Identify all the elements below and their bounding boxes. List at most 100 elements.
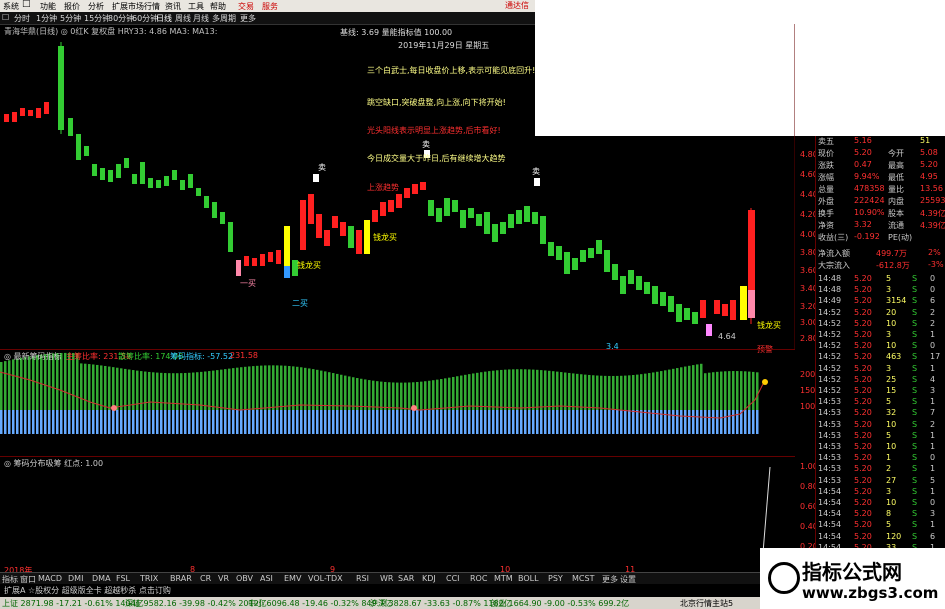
indicator-bar-up [144, 371, 147, 410]
indicator-bar-down [212, 410, 215, 434]
market-index[interactable]: 创业 1664.90 -9.00 -0.53% 699.2亿 [490, 598, 629, 609]
menu-item[interactable]: 报价 [64, 1, 80, 12]
indicator-tab[interactable]: MTM [494, 574, 513, 583]
indicator-bar-up [380, 381, 383, 410]
indicator-bar-down [620, 410, 623, 434]
indicator-bar-up [560, 372, 563, 410]
sub1-title: ◎ 最新筹码指标 [4, 352, 62, 361]
indicator-bar-down [56, 410, 59, 434]
period-tab[interactable]: 1分钟 [36, 13, 57, 24]
indicator-tab[interactable]: SAR [398, 574, 414, 583]
indicator-bar-down [568, 410, 571, 434]
period-tab[interactable]: 周线 [175, 13, 191, 24]
period-tab[interactable]: 月线 [193, 13, 209, 24]
period-tab[interactable]: 30分钟 [108, 13, 134, 24]
indicator-bar-up [744, 371, 747, 410]
indicator-tab[interactable]: FSL [116, 574, 130, 583]
period-tab[interactable]: 5分钟 [60, 13, 81, 24]
menu-item[interactable]: 工具 [188, 1, 204, 12]
indicator-bar-up [736, 371, 739, 410]
chip-distribution-panel[interactable] [0, 456, 795, 567]
period-tab[interactable]: 15分钟 [84, 13, 110, 24]
menu-item[interactable]: 分析 [88, 1, 104, 12]
market-index[interactable]: 上证 2871.98 -17.21 -0.61% 1404亿 [2, 598, 144, 609]
tick-volume: 3 [886, 330, 892, 339]
indicator-tab[interactable]: PSY [548, 574, 563, 583]
indicator-tab[interactable]: DMI [68, 574, 83, 583]
qianlong-buy-label: 钱龙买 [373, 233, 397, 242]
indicator-bar-up [268, 365, 271, 410]
indicator-bar-up [4, 361, 7, 410]
indicator-bar-up [468, 374, 471, 410]
period-tab[interactable]: 多周期 [212, 13, 236, 24]
indicator-bar-down [540, 410, 543, 434]
tick-count: 17 [930, 352, 941, 362]
indicator-bar-down [524, 410, 527, 434]
menu-item[interactable]: 帮助 [210, 1, 226, 12]
indicator-tab[interactable]: BOLL [518, 574, 539, 583]
menu-item[interactable]: 系统 [3, 1, 19, 12]
ext-row-text: 扩展A ☆股权分 超级版全卡 超越秒杀 点击订购 [4, 586, 171, 595]
indicator-bar-up [756, 372, 759, 410]
indicator-bar-up [172, 373, 175, 410]
tick-price: 5.20 [854, 318, 872, 328]
indicator-bar-down [12, 410, 15, 434]
indicator-tab[interactable]: KDJ [422, 574, 436, 583]
indicator-bar-down [172, 410, 175, 434]
indicator-tab[interactable]: MACD [38, 574, 62, 583]
indicator-tab[interactable]: EMV [284, 574, 301, 583]
indicator-tab[interactable]: CCI [446, 574, 460, 583]
indicator-bar-up [660, 371, 663, 410]
menu-item[interactable]: 资讯 [165, 1, 181, 12]
sub1-value-4: 231.58 [230, 351, 258, 360]
indicator-bar-down [528, 410, 531, 434]
toolbar-icon[interactable]: ☐ [2, 13, 9, 22]
market-index[interactable]: 深证 9582.16 -39.98 -0.42% 2012亿 [125, 598, 267, 609]
indicator-tab[interactable]: OBV [236, 574, 253, 583]
menu-item[interactable]: 功能 [40, 1, 56, 12]
period-tab-active[interactable]: 日线 [156, 13, 172, 24]
indicator-tab[interactable]: TRIX [140, 574, 158, 583]
indicator-bar-up [492, 370, 495, 410]
indicator-bar-up [596, 375, 599, 410]
indicator-bar-up [204, 371, 207, 410]
chip-indicator-panel[interactable] [0, 349, 795, 455]
indicator-bar-up [108, 366, 111, 410]
indicator-tab[interactable]: DMA [92, 574, 111, 583]
menu-item-service[interactable]: 服务 [262, 1, 278, 12]
indicator-tab[interactable]: ASI [260, 574, 273, 583]
indicator-bar-up [672, 368, 675, 410]
tick-time: 14:49 [818, 296, 842, 306]
quote-value: 0.47 [854, 160, 872, 169]
tick-time: 14:53 [818, 419, 842, 429]
period-tab[interactable]: 60分钟 [132, 13, 158, 24]
indicator-tab[interactable]: BRAR [170, 574, 192, 583]
period-tab[interactable]: 更多 [240, 13, 256, 24]
market-index[interactable]: 北京行情主站5 [680, 598, 733, 609]
tick-price: 5.20 [854, 419, 872, 429]
indicator-bar-up [552, 371, 555, 410]
indicator-bar-down [496, 410, 499, 434]
indicator-bar-down [8, 410, 11, 434]
indicator-tab[interactable]: ROC [470, 574, 487, 583]
chip-indicator-svg [0, 352, 768, 434]
indicator-tab[interactable]: MCST [572, 574, 594, 583]
indicator-tab[interactable]: WR [380, 574, 393, 583]
indicator-bar-up [276, 365, 279, 410]
menu-item-trade[interactable]: 交易 [238, 1, 254, 12]
tick-side: S [912, 307, 918, 317]
tick-volume: 10 [886, 318, 897, 328]
indicator-tab[interactable]: RSI [356, 574, 369, 583]
tick-volume: 20 [886, 307, 897, 317]
period-tab[interactable]: 分时 [14, 13, 30, 24]
indicator-bar-down [564, 410, 567, 434]
indicator-bar-down [728, 410, 731, 434]
flow-pct: -3% [928, 260, 944, 269]
indicator-bar-up [656, 371, 659, 410]
indicator-tab[interactable]: CR [200, 574, 211, 583]
tick-side: S [912, 464, 918, 474]
menu-item[interactable]: 扩展市场行情 [112, 1, 160, 12]
indicator-tab[interactable]: VOL-TDX [308, 574, 343, 583]
indicator-bar-down [416, 410, 419, 434]
indicator-tab[interactable]: VR [218, 574, 229, 583]
